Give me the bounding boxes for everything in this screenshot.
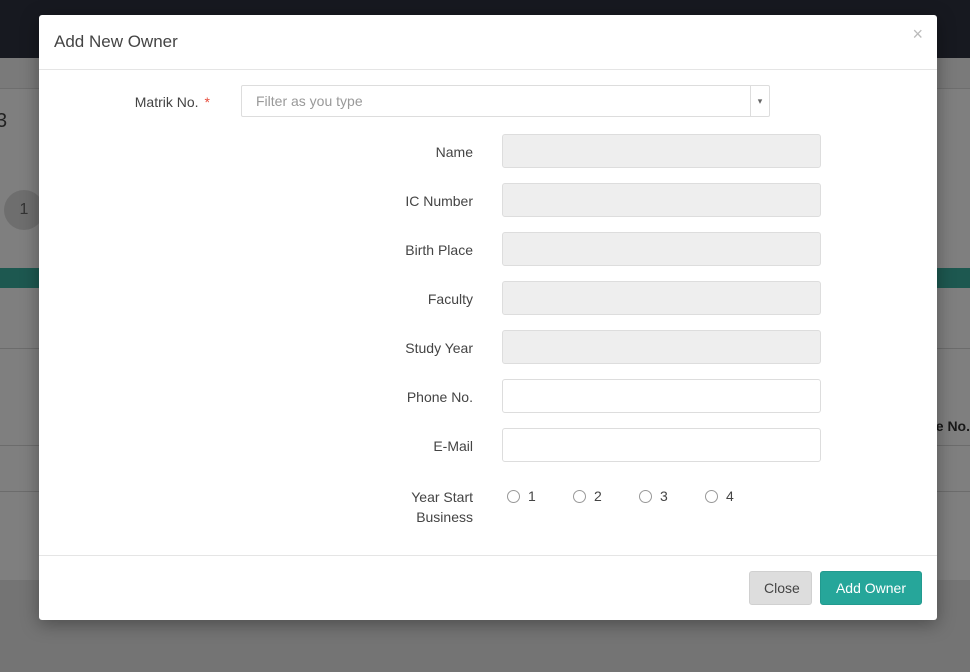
year-radio-option-3[interactable]: 3 (639, 488, 668, 504)
radio-circle-icon[interactable] (573, 489, 586, 503)
birth-place-field (502, 232, 821, 266)
modal-footer: Close Add Owner (39, 555, 937, 621)
modal-header: Add New Owner × (39, 15, 937, 70)
close-button[interactable]: Close (749, 571, 812, 605)
year-radio-label: 3 (660, 488, 668, 504)
matrik-label: Matrik No. * (79, 94, 210, 110)
chevron-down-icon[interactable]: ▾ (750, 86, 769, 116)
year-radio-label: 1 (528, 488, 536, 504)
year-radio-label: 4 (726, 488, 734, 504)
required-mark: * (204, 94, 210, 110)
add-owner-button[interactable]: Add Owner (820, 571, 922, 605)
year-radio-option-2[interactable]: 2 (573, 488, 602, 504)
year-radio-option-4[interactable]: 4 (705, 488, 734, 504)
ic-number-label: IC Number (405, 193, 473, 209)
matrik-select[interactable]: ▾ (241, 85, 770, 117)
radio-circle-icon[interactable] (507, 489, 520, 503)
year-start-label: Year Start Business (254, 487, 473, 527)
birth-place-label: Birth Place (405, 242, 473, 258)
matrik-search-input[interactable] (254, 92, 738, 110)
faculty-label: Faculty (427, 291, 473, 307)
ic-number-field (502, 183, 821, 217)
email-label: E-Mail (433, 438, 473, 454)
modal-title: Add New Owner (54, 32, 178, 51)
add-owner-modal: Add New Owner × Matrik No. * ▾ Name IC Nu… (39, 15, 937, 620)
name-label: Name (435, 144, 473, 160)
year-radio-option-1[interactable]: 1 (507, 488, 536, 504)
matrik-label-text: Matrik No. (134, 94, 199, 110)
study-year-label: Study Year (405, 340, 473, 356)
phone-label: Phone No. (406, 389, 473, 405)
radio-circle-icon[interactable] (705, 489, 718, 503)
year-radio-label: 2 (594, 488, 602, 504)
name-field (502, 134, 821, 168)
close-icon[interactable]: × (912, 25, 923, 43)
year-start-label-line1: Year Start (411, 489, 473, 505)
phone-field[interactable] (502, 379, 821, 413)
email-field[interactable] (502, 428, 821, 462)
radio-circle-icon[interactable] (639, 489, 652, 503)
study-year-field (502, 330, 821, 364)
faculty-field (502, 281, 821, 315)
year-start-label-line2: Business (416, 509, 473, 525)
